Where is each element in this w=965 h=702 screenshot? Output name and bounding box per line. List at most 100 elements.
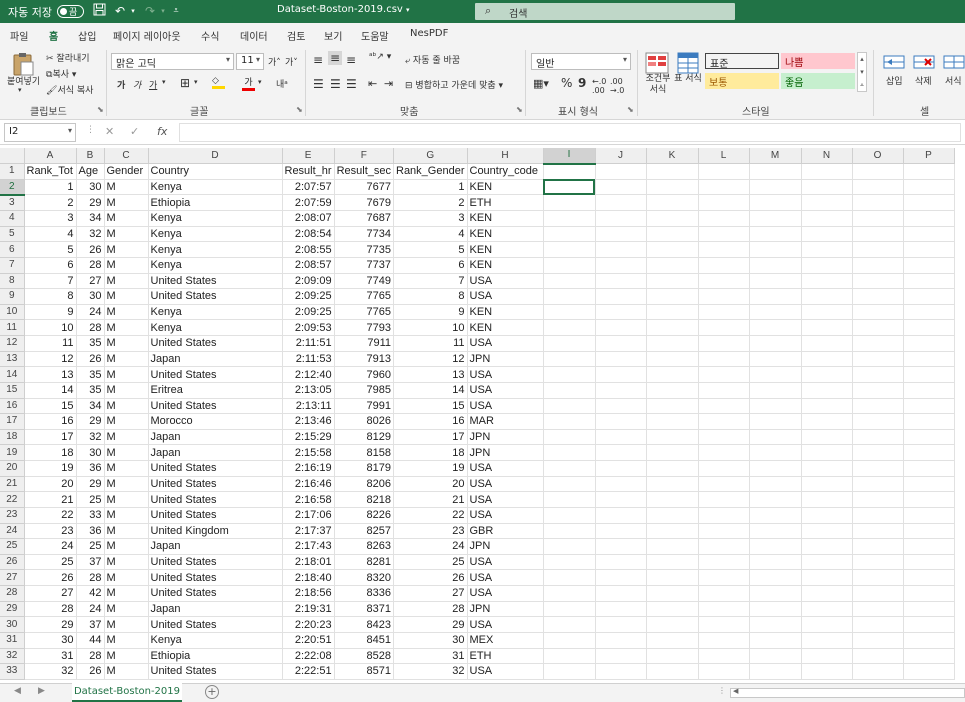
cell[interactable]: M (104, 241, 149, 258)
cut-button[interactable]: ✂ 잘라내기 (46, 51, 90, 64)
empty-cell[interactable] (646, 413, 699, 430)
cell[interactable]: 10 (393, 319, 468, 336)
format-painter-button[interactable]: 🖌서식 복사 (46, 83, 93, 96)
empty-cell[interactable] (801, 507, 853, 524)
cell[interactable]: 29 (24, 616, 77, 633)
borders-icon[interactable]: ⊞ (180, 76, 190, 90)
cell[interactable]: MEX (467, 632, 544, 649)
empty-cell[interactable] (698, 366, 750, 383)
cell[interactable]: 26 (76, 663, 105, 680)
cell[interactable]: 27 (76, 273, 105, 290)
empty-cell[interactable] (852, 335, 904, 352)
empty-cell[interactable] (595, 163, 647, 180)
cell[interactable]: 2:08:07 (282, 210, 335, 227)
empty-cell[interactable] (698, 476, 750, 493)
empty-cell[interactable] (903, 163, 955, 180)
empty-cell[interactable] (698, 616, 750, 633)
empty-cell[interactable] (749, 476, 802, 493)
cell[interactable]: JPN (467, 429, 544, 446)
cell[interactable]: 31 (24, 648, 77, 665)
cell[interactable]: 32 (76, 226, 105, 243)
cell[interactable]: 7985 (334, 382, 395, 399)
empty-cell[interactable] (698, 351, 750, 368)
cell[interactable]: 2:09:25 (282, 304, 335, 321)
empty-cell[interactable] (801, 476, 853, 493)
cell[interactable]: Kenya (148, 210, 283, 227)
font-color-icon[interactable]: 가 (242, 75, 255, 91)
orientation-icon[interactable]: ᵃᵇ↗ ▾ (369, 52, 391, 62)
empty-cell[interactable] (698, 538, 750, 555)
column-title-cell[interactable]: Result_hr (282, 163, 335, 180)
empty-cell[interactable] (801, 413, 853, 430)
cell[interactable]: Kenya (148, 632, 283, 649)
empty-cell[interactable] (646, 538, 699, 555)
empty-cell[interactable] (646, 491, 699, 508)
row-header[interactable]: 10 (0, 304, 25, 321)
cell[interactable]: 2 (24, 194, 77, 211)
cell[interactable]: 30 (24, 632, 77, 649)
percent-icon[interactable]: % (561, 76, 572, 90)
align-left-icon[interactable]: ☰ (313, 77, 324, 91)
cell[interactable]: 7793 (334, 319, 395, 336)
empty-cell[interactable] (595, 523, 647, 540)
empty-cell[interactable] (698, 648, 750, 665)
cell[interactable]: Japan (148, 429, 283, 446)
empty-cell[interactable] (749, 538, 802, 555)
empty-cell[interactable] (903, 648, 955, 665)
insert-cells-button[interactable]: 삽입 (886, 74, 903, 87)
format-as-table-button[interactable]: 표 서식 (674, 74, 702, 85)
cell[interactable]: Kenya (148, 257, 283, 274)
cell[interactable]: M (104, 366, 149, 383)
row-header[interactable]: 2 (0, 179, 25, 196)
empty-cell[interactable] (646, 226, 699, 243)
empty-cell[interactable] (543, 648, 596, 665)
empty-cell[interactable] (595, 351, 647, 368)
empty-cell[interactable] (646, 554, 699, 571)
cell[interactable]: 35 (76, 382, 105, 399)
wrap-text-button[interactable]: ⤶ 자동 줄 바꿈 (405, 53, 460, 66)
cell[interactable]: M (104, 288, 149, 305)
cell[interactable]: M (104, 179, 149, 196)
cell[interactable]: 34 (76, 398, 105, 415)
empty-cell[interactable] (646, 163, 699, 180)
empty-cell[interactable] (698, 319, 750, 336)
empty-cell[interactable] (543, 335, 596, 352)
empty-cell[interactable] (903, 226, 955, 243)
row-header[interactable]: 22 (0, 491, 25, 508)
empty-cell[interactable] (749, 460, 802, 477)
empty-cell[interactable] (543, 476, 596, 493)
style-normal[interactable]: 표준 (705, 53, 779, 70)
cell[interactable]: 20 (24, 476, 77, 493)
empty-cell[interactable] (595, 632, 647, 649)
empty-cell[interactable] (801, 241, 853, 258)
cell[interactable]: 30 (76, 288, 105, 305)
cell[interactable]: 2:19:31 (282, 601, 335, 618)
column-header[interactable]: J (595, 148, 647, 165)
cell[interactable]: JPN (467, 538, 544, 555)
cell[interactable]: 7991 (334, 398, 395, 415)
empty-cell[interactable] (801, 194, 853, 211)
cell[interactable]: 2:08:57 (282, 257, 335, 274)
cell[interactable]: 26 (24, 569, 77, 586)
cell[interactable]: 2:09:25 (282, 288, 335, 305)
styles-scroll-icon[interactable]: ▴ ▾ ⩡ (857, 52, 867, 92)
cell[interactable]: 2:22:08 (282, 648, 335, 665)
empty-cell[interactable] (595, 444, 647, 461)
empty-cell[interactable] (646, 569, 699, 586)
empty-cell[interactable] (698, 335, 750, 352)
empty-cell[interactable] (595, 226, 647, 243)
cell[interactable]: 2:18:56 (282, 585, 335, 602)
font-size-dropdown[interactable]: 11 ▾ (236, 53, 264, 70)
delete-cells-icon[interactable] (913, 52, 935, 72)
formula-input[interactable] (179, 123, 961, 142)
cell[interactable]: KEN (467, 319, 544, 336)
cell[interactable]: M (104, 460, 149, 477)
empty-cell[interactable] (543, 523, 596, 540)
cell[interactable]: 24 (76, 304, 105, 321)
row-header[interactable]: 27 (0, 569, 25, 586)
cell[interactable]: 32 (76, 429, 105, 446)
align-bottom-icon[interactable]: ≡ (346, 53, 356, 67)
empty-cell[interactable] (852, 210, 904, 227)
empty-cell[interactable] (903, 194, 955, 211)
name-box[interactable]: I2 ▾ (4, 123, 76, 142)
